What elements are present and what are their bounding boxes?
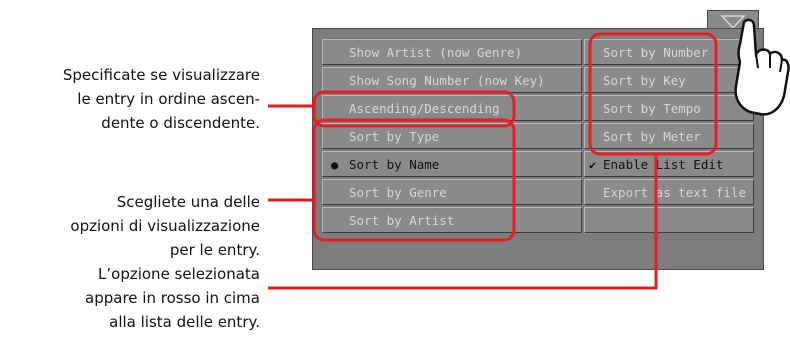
menu-item-label: Sort by Artist: [349, 213, 455, 228]
callout-line: dente o discendente.: [101, 114, 260, 132]
menu-empty-cell: [584, 207, 754, 233]
callout-line: per le entry.: [169, 241, 260, 259]
menu-item-label: Sort by Tempo: [603, 101, 701, 116]
menu-item-label: Show Song Number (now Key): [349, 73, 545, 88]
menu-item-label: Export as text file: [603, 185, 746, 200]
callout-line: opzioni di visualizzazione: [70, 217, 260, 235]
menu-item-label: Ascending/Descending: [349, 101, 500, 116]
bullet-icon: ●: [331, 158, 339, 172]
menu-item-enable-list-edit[interactable]: ✔ Enable List Edit: [584, 151, 754, 177]
callout-line: L’opzione selezionata: [98, 265, 260, 283]
menu-item-sort-by-tempo[interactable]: Sort by Tempo: [584, 95, 754, 121]
callout-line: Specificate se visualizzare: [62, 66, 260, 84]
menu-item-label: Sort by Meter: [603, 129, 701, 144]
menu-item-export-text-file[interactable]: Export as text file: [584, 179, 754, 205]
menu-item-label: Sort by Name: [349, 157, 440, 172]
menu-item-sort-by-artist[interactable]: Sort by Artist: [322, 207, 582, 233]
menu-item-sort-by-type[interactable]: Sort by Type: [322, 123, 582, 149]
checkmark-icon: ✔: [589, 158, 597, 172]
menu-item-label: Show Artist (now Genre): [349, 45, 523, 60]
menu-item-show-artist[interactable]: Show Artist (now Genre): [322, 39, 582, 65]
menu-item-label: Sort by Genre: [349, 185, 447, 200]
menu-item-ascending-descending[interactable]: Ascending/Descending: [322, 95, 582, 121]
menu-item-sort-by-genre[interactable]: Sort by Genre: [322, 179, 582, 205]
menu-item-label: Sort by Number: [603, 45, 709, 60]
menu-item-sort-by-meter[interactable]: Sort by Meter: [584, 123, 754, 149]
callout-order-text: Specificate se visualizzare le entry in …: [0, 63, 260, 135]
callout-line: alla lista delle entry.: [109, 313, 260, 331]
menu-item-sort-by-number[interactable]: Sort by Number: [584, 39, 754, 65]
callout-line: Scegliete una delle: [116, 193, 260, 211]
menu-item-label: Sort by Type: [349, 129, 440, 144]
menu-item-label: Enable List Edit: [603, 157, 724, 172]
menu-item-sort-by-name[interactable]: ● Sort by Name: [322, 151, 582, 177]
callout-line: appare in rosso in cima: [85, 289, 260, 307]
menu-item-label: Sort by Key: [603, 73, 686, 88]
menu-item-sort-by-key[interactable]: Sort by Key: [584, 67, 754, 93]
callout-line: le entry in ordine ascen-: [77, 90, 260, 108]
callout-view-text: Scegliete una delle opzioni di visualizz…: [0, 190, 260, 334]
pointing-hand-icon: [734, 18, 790, 116]
menu-item-show-song-number[interactable]: Show Song Number (now Key): [322, 67, 582, 93]
